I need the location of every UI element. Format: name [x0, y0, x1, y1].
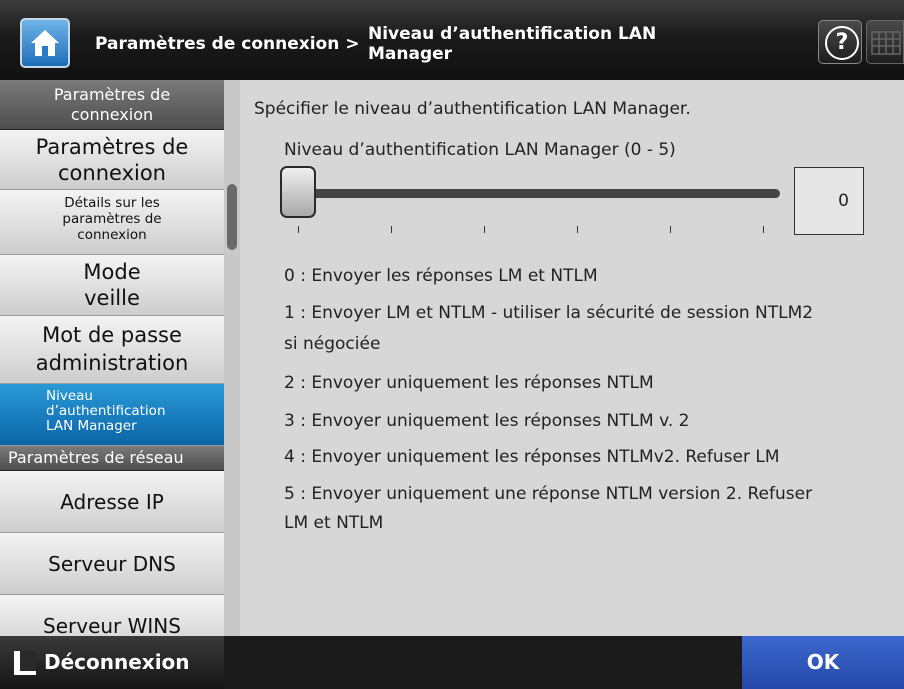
- breadcrumb-separator: >: [345, 34, 360, 54]
- sidebar-item-parametres-connexion[interactable]: Paramètres de connexion: [0, 130, 224, 190]
- footer-bar: Déconnexion OK: [0, 636, 904, 689]
- slider-tick: [670, 226, 671, 233]
- sidebar-section-label: connexion: [70, 105, 154, 124]
- sidebar-item-label: connexion: [77, 227, 147, 243]
- sidebar-item-label: Paramètres de: [35, 135, 189, 159]
- keyboard-button[interactable]: [866, 20, 904, 64]
- breadcrumb-parent[interactable]: Paramètres de connexion: [95, 34, 339, 54]
- logout-button[interactable]: Déconnexion: [0, 636, 224, 689]
- slider-label: Niveau d’authentification LAN Manager (0…: [284, 140, 676, 160]
- sidebar-item-niveau-auth[interactable]: Niveau d’authentification LAN Manager: [0, 384, 224, 446]
- option-text: 4 : Envoyer uniquement les réponses NTLM…: [284, 447, 780, 467]
- sidebar-item-mode-veille[interactable]: Mode veille: [0, 255, 224, 316]
- sidebar-item-label: d’authentification: [46, 403, 166, 419]
- sidebar-section-label: Paramètres de: [53, 85, 171, 104]
- sidebar-section-connexion: Paramètres de connexion: [0, 80, 224, 130]
- sidebar-item-label: paramètres de: [62, 211, 162, 227]
- sidebar-item-label: LAN Manager: [46, 418, 137, 434]
- breadcrumb-current-line: Manager: [368, 44, 453, 64]
- auth-level-slider-track[interactable]: [292, 189, 780, 198]
- sidebar-item-mot-de-passe[interactable]: Mot de passe administration: [0, 316, 224, 384]
- sidebar-item-serveur-dns[interactable]: Serveur DNS: [0, 533, 224, 595]
- breadcrumb-current: Niveau d’authentification LAN Manager: [368, 24, 668, 64]
- option-text: LM et NTLM: [284, 513, 384, 533]
- sidebar-item-label: Serveur DNS: [48, 552, 176, 576]
- slider-tick: [484, 226, 485, 233]
- slider-tick: [577, 226, 578, 233]
- sidebar-item-label: Niveau: [46, 388, 93, 404]
- sidebar: Paramètres de connexion Paramètres de co…: [0, 80, 224, 636]
- home-icon: [31, 30, 59, 56]
- home-button[interactable]: [20, 18, 70, 68]
- sidebar-item-label: Détails sur les: [64, 195, 160, 211]
- sidebar-item-label: Mot de passe: [42, 323, 182, 347]
- option-text: 3 : Envoyer uniquement les réponses NTLM…: [284, 411, 690, 431]
- breadcrumb: Paramètres de connexion >: [95, 34, 360, 54]
- option-text: 0 : Envoyer les réponses LM et NTLM: [284, 266, 598, 286]
- auth-level-slider-thumb[interactable]: [280, 166, 316, 218]
- main-panel: Spécifier le niveau d’authentification L…: [240, 80, 904, 636]
- breadcrumb-current-line: Niveau d’authentification LAN: [368, 24, 657, 44]
- slider-tick: [298, 226, 299, 233]
- sidebar-scrollbar-thumb[interactable]: [227, 184, 237, 250]
- title-bar: Paramètres de connexion > Niveau d’authe…: [0, 0, 904, 81]
- logout-icon: [14, 651, 36, 675]
- auth-level-value-field[interactable]: 0: [794, 167, 864, 235]
- sidebar-item-adresse-ip[interactable]: Adresse IP: [0, 471, 224, 533]
- instruction-text: Spécifier le niveau d’authentification L…: [254, 99, 691, 119]
- help-button[interactable]: ?: [818, 20, 862, 64]
- keyboard-icon: [871, 31, 901, 55]
- sidebar-item-label: connexion: [58, 161, 166, 185]
- sidebar-item-label: Mode: [83, 260, 141, 284]
- sidebar-scrollbar[interactable]: [224, 80, 240, 636]
- option-text: 5 : Envoyer uniquement une réponse NTLM …: [284, 484, 813, 504]
- option-text: si négociée: [284, 334, 381, 354]
- sidebar-section-label: Paramètres de réseau: [8, 448, 184, 467]
- ok-button[interactable]: OK: [742, 636, 904, 689]
- option-text: 2 : Envoyer uniquement les réponses NTLM: [284, 373, 654, 393]
- option-text: 1 : Envoyer LM et NTLM - utiliser la séc…: [284, 303, 814, 323]
- sidebar-item-label: Adresse IP: [60, 490, 164, 514]
- slider-tick: [763, 226, 764, 233]
- logout-label: Déconnexion: [44, 650, 190, 674]
- slider-tick: [391, 226, 392, 233]
- sidebar-item-label: Serveur WINS: [43, 614, 181, 636]
- sidebar-section-reseau: Paramètres de réseau: [0, 446, 224, 471]
- sidebar-item-label: administration: [35, 351, 189, 375]
- sidebar-item-serveur-wins[interactable]: Serveur WINS: [0, 595, 224, 636]
- sidebar-item-label: veille: [84, 286, 140, 310]
- sidebar-item-details-connexion[interactable]: Détails sur les paramètres de connexion: [0, 190, 224, 255]
- help-icon: ?: [825, 26, 859, 60]
